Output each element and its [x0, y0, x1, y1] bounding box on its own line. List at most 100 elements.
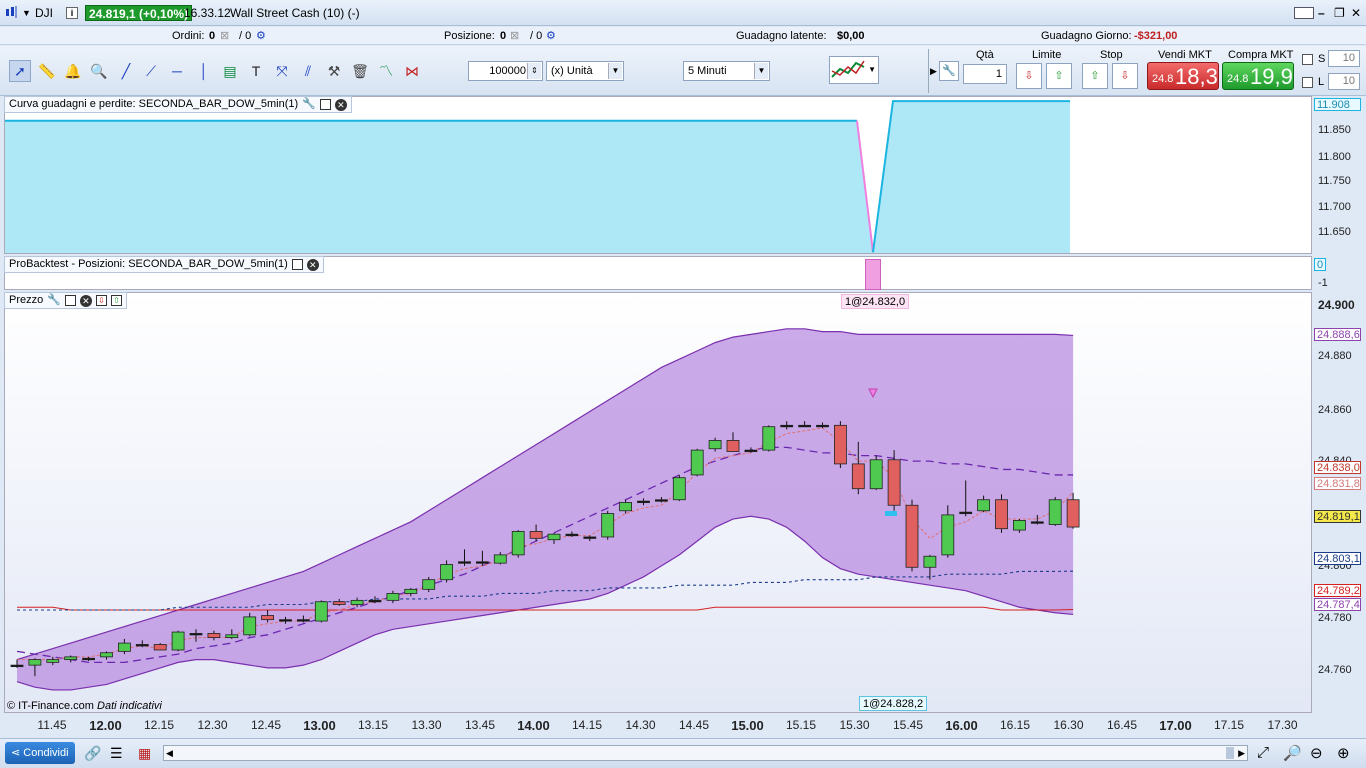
position-cancel-icon[interactable]: ⊠: [510, 29, 519, 43]
orders-cancel-icon[interactable]: ⊠: [220, 29, 229, 43]
limit-buy-button[interactable]: ⇧: [1046, 63, 1072, 89]
chevron-down-icon[interactable]: ▼: [22, 5, 31, 21]
keyboard-icon[interactable]: [1294, 7, 1314, 19]
candle-body: [386, 593, 400, 601]
stop-sell-button[interactable]: ⇩: [1112, 63, 1138, 89]
quantity-input[interactable]: 100000 ⇕: [468, 61, 543, 81]
buy-market-button[interactable]: 24.8 19,9: [1222, 62, 1294, 90]
chevron-down-icon[interactable]: ▼: [754, 63, 768, 79]
unit-select[interactable]: (x) Unità ▼: [546, 61, 624, 81]
close-icon[interactable]: ✕: [334, 98, 347, 111]
horizontal-scrollbar[interactable]: ◀ ▶: [163, 745, 1248, 761]
info-icon[interactable]: i: [66, 7, 78, 19]
maximize-icon[interactable]: [319, 99, 331, 110]
candle-body: [207, 633, 221, 638]
share-icon: ⋖: [11, 747, 21, 759]
time-axis-label: 16.45: [1106, 718, 1138, 732]
list-icon[interactable]: ☰: [110, 745, 123, 762]
maximize-icon[interactable]: [64, 295, 76, 306]
properties-tool-icon[interactable]: ⚒: [323, 60, 345, 82]
symbol-label[interactable]: DJI: [35, 5, 53, 21]
vertical-line-icon[interactable]: │: [193, 60, 215, 82]
close-icon[interactable]: ✕: [306, 258, 319, 271]
candle-chart-icon[interactable]: [4, 5, 20, 21]
arrows-tool-icon[interactable]: ⤧: [271, 60, 293, 82]
zoom-out-icon[interactable]: ⊖: [1310, 744, 1323, 762]
zoom-icon[interactable]: 🔍: [88, 60, 110, 82]
wrench-icon[interactable]: 🔧: [47, 293, 61, 308]
ray-tool-icon[interactable]: ⟋: [140, 60, 162, 82]
candle-body: [619, 502, 632, 512]
time-axis-label: 14.45: [678, 718, 710, 732]
close-icon[interactable]: ✕: [1351, 5, 1361, 21]
scroll-thumb[interactable]: [1226, 747, 1234, 759]
zoom-fit-icon[interactable]: 🔎: [1283, 744, 1302, 762]
price-axis-label: 24.780: [1318, 612, 1352, 624]
alert-bell-icon[interactable]: 🔔: [62, 60, 84, 82]
short-input[interactable]: 10: [1328, 50, 1360, 67]
price-axis-box: 24.789,2: [1314, 584, 1361, 597]
chevron-down-icon[interactable]: ▼: [608, 63, 622, 79]
copyright-text: © IT-Finance.com Dati indicativi: [7, 700, 162, 712]
data-note: Dati indicativi: [97, 700, 162, 712]
scroll-right-icon[interactable]: ▶: [1238, 746, 1245, 760]
bottom-bar: ⋖ Condividi 🔗 ☰ ▦ ◀ ▶ ⤢ 🔎 ⊖ ⊕: [0, 738, 1366, 768]
grid-icon[interactable]: ▦: [138, 745, 151, 762]
fibonacci-icon[interactable]: ▤: [219, 60, 241, 82]
wrench-icon[interactable]: 🔧: [302, 97, 316, 112]
zoom-reset-icon[interactable]: ⤢: [1257, 744, 1269, 761]
indicators-button[interactable]: ▼: [829, 56, 879, 84]
price-change-badge: 24.819,1 (+0,10%): [85, 5, 193, 21]
limit-sell-button[interactable]: ⇩: [1016, 63, 1042, 89]
time-axis-label: 17.00: [1159, 718, 1192, 733]
pattern-tool-icon[interactable]: 〽: [375, 60, 397, 82]
share-button[interactable]: ⋖ Condividi: [5, 742, 75, 764]
stop-buy-button[interactable]: ⇧: [1082, 63, 1108, 89]
horizontal-line-icon[interactable]: ─: [166, 60, 188, 82]
chevron-right-icon[interactable]: ▶: [930, 66, 937, 77]
link-icon[interactable]: 🔗: [84, 745, 101, 762]
sell-market-button[interactable]: 24.8 18,3: [1147, 62, 1219, 90]
exit-annotation: 1@24.828,2: [859, 696, 928, 711]
orders-value: 0: [209, 30, 216, 42]
wave-tool-icon[interactable]: ⋈: [401, 60, 423, 82]
candle-body: [1066, 499, 1080, 528]
price-chart: [10, 328, 1080, 691]
candle-body: [440, 564, 454, 581]
time-axis-label: 12.45: [250, 718, 282, 732]
channel-tool-icon[interactable]: ⫽: [297, 60, 319, 82]
spin-arrows-icon[interactable]: ⇕: [527, 63, 541, 79]
cursor-icon[interactable]: ➚: [9, 60, 31, 82]
orders-settings-icon[interactable]: ⚙: [256, 29, 266, 43]
buy-mkt-label: Compra MKT: [1228, 49, 1294, 61]
candle-body: [350, 599, 364, 605]
restore-icon[interactable]: ❐: [1334, 5, 1345, 21]
text-tool-icon[interactable]: T: [245, 60, 267, 82]
buy-order-icon[interactable]: ⇧: [110, 295, 122, 306]
long-input[interactable]: 10: [1328, 73, 1360, 90]
qty-input[interactable]: 1: [963, 64, 1007, 84]
positions-axis-label: -1: [1318, 277, 1328, 289]
time-axis-label: 11.45: [37, 718, 67, 732]
short-checkbox[interactable]: [1302, 54, 1313, 65]
sell-order-icon[interactable]: ⇩: [95, 295, 107, 306]
candle-body: [296, 619, 310, 622]
candle-body: [565, 533, 579, 537]
minimize-icon[interactable]: –: [1318, 5, 1325, 21]
scroll-left-icon[interactable]: ◀: [166, 746, 173, 760]
position-settings-icon[interactable]: ⚙: [546, 29, 556, 43]
zoom-in-icon[interactable]: ⊕: [1337, 744, 1350, 762]
candle-body: [10, 664, 24, 668]
wrench-icon[interactable]: 🔧: [939, 61, 959, 81]
trash-icon[interactable]: 🗑: [349, 60, 371, 82]
timeframe-select[interactable]: 5 Minuti ▼: [683, 61, 770, 81]
close-icon[interactable]: ✕: [79, 294, 92, 307]
line-tool-icon[interactable]: ╱: [115, 60, 137, 82]
chevron-down-icon[interactable]: ▼: [868, 65, 876, 74]
candle-body: [404, 588, 418, 594]
maximize-icon[interactable]: [291, 259, 303, 270]
candle-body: [637, 500, 650, 504]
exit-marker: [885, 511, 897, 516]
long-checkbox[interactable]: [1302, 77, 1313, 88]
ruler-icon[interactable]: 📏: [36, 60, 58, 82]
